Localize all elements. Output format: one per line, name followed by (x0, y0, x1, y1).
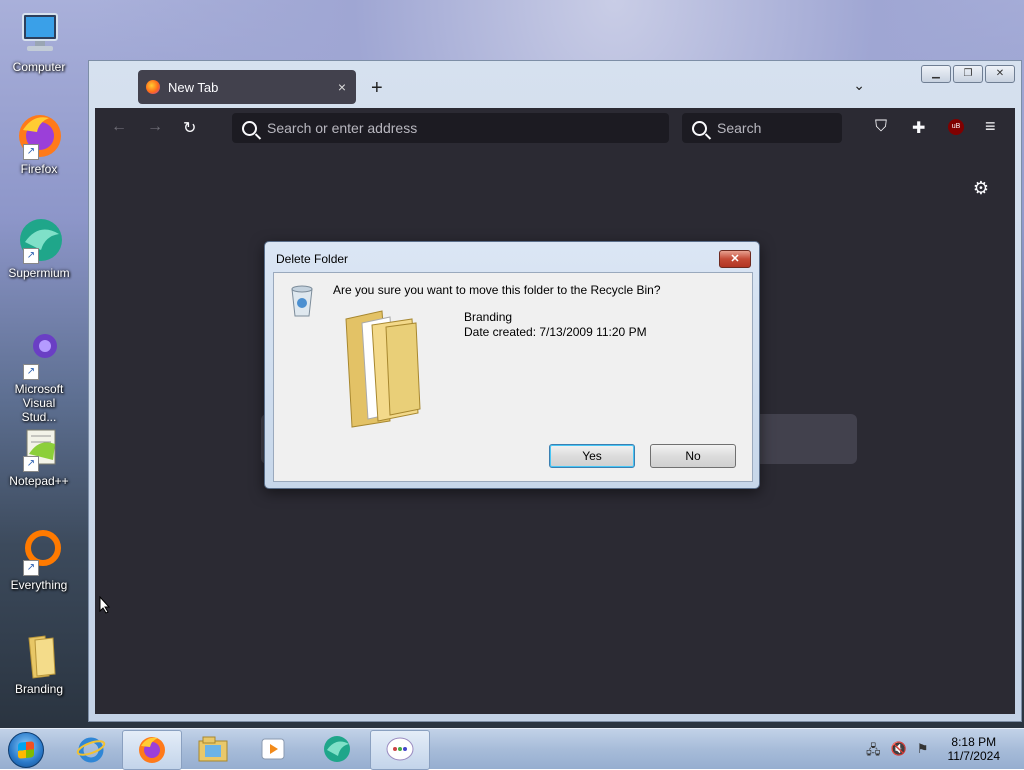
folder-info: Branding Date created: 7/13/2009 11:20 P… (464, 310, 647, 340)
mouse-cursor-icon (99, 596, 111, 614)
search-icon (692, 120, 707, 136)
everything-icon: ↗ (15, 528, 63, 576)
extensions-icon[interactable]: ✚ (912, 118, 925, 138)
desktop-icon-label: Notepad++ (9, 474, 69, 488)
dialog-body: Are you sure you want to move this folde… (273, 272, 753, 482)
settings-gear-icon[interactable]: ⚙ (973, 178, 989, 199)
tab-new-tab[interactable]: New Tab × (138, 70, 356, 104)
address-placeholder: Search or enter address (267, 120, 418, 136)
media-player-icon (261, 738, 285, 760)
internet-explorer-icon (76, 737, 106, 763)
taskbar-media-player[interactable] (244, 730, 302, 768)
desktop-icon-label: Microsoft Visual Stud... (14, 382, 64, 424)
desktop-icon-label: Supermium (8, 266, 70, 280)
taskbar-dialog-app[interactable] (370, 730, 430, 770)
folder-date-created: Date created: 7/13/2009 11:20 PM (464, 325, 647, 339)
clock-time: 8:18 PM (951, 735, 997, 749)
no-button[interactable]: No (650, 444, 736, 468)
firefox-icon (139, 737, 165, 763)
desktop-icon-computer[interactable]: Computer (4, 10, 74, 74)
supermium-icon (324, 736, 350, 762)
action-center-flag-icon[interactable]: ⚑ (917, 741, 929, 763)
network-icon[interactable]: 🖧 (866, 741, 881, 763)
window-controls: ▁ ❐ ✕ (921, 65, 1015, 83)
search-placeholder: Search (717, 120, 762, 136)
dialog-app-icon (386, 737, 414, 761)
taskbar-ie[interactable] (62, 730, 120, 768)
desktop-icon-firefox[interactable]: ↗ Firefox (4, 112, 74, 176)
back-button[interactable]: ← (111, 118, 127, 136)
new-tab-button[interactable]: + (371, 77, 383, 100)
supermium-icon: ↗ (15, 216, 63, 264)
folder-name: Branding (464, 310, 513, 324)
desktop-icon-label: Branding (14, 682, 64, 696)
delete-folder-dialog: Delete Folder ✕ Are you sure you want to… (264, 241, 760, 489)
search-icon (242, 120, 257, 136)
shortcut-arrow-icon: ↗ (23, 144, 39, 160)
reload-button[interactable]: ↻ (183, 118, 196, 138)
shortcut-arrow-icon: ↗ (23, 364, 39, 380)
desktop-icon-branding[interactable]: Branding (4, 632, 74, 696)
system-tray: 🖧 🔇 ⚑ (866, 741, 928, 763)
list-all-tabs-button[interactable]: ⌄ (853, 77, 865, 94)
desktop-icon-supermium[interactable]: ↗ Supermium (4, 216, 74, 280)
windows-logo-icon (18, 741, 34, 759)
clock[interactable]: 8:18 PM 11/7/2024 (948, 735, 1001, 763)
recycle-bin-icon (290, 283, 314, 317)
firefox-tab-icon (146, 80, 160, 94)
desktop-icon-notepadpp[interactable]: ↗ Notepad++ (4, 424, 74, 488)
nav-toolbar: ← → ↻ Search or enter address Search ⛉ ✚… (95, 108, 1015, 148)
taskbar-explorer[interactable] (184, 730, 242, 768)
yes-button[interactable]: Yes (549, 444, 635, 468)
close-window-button[interactable]: ✕ (985, 65, 1015, 83)
desktop-icon-label: Firefox (20, 162, 58, 176)
forward-button[interactable]: → (147, 118, 163, 136)
taskbar-firefox[interactable] (122, 730, 182, 770)
notepadpp-icon: ↗ (15, 424, 63, 472)
volume-muted-icon[interactable]: 🔇 (891, 741, 907, 763)
address-bar[interactable]: Search or enter address (232, 113, 669, 143)
menu-icon[interactable]: ≡ (985, 116, 996, 137)
shortcut-arrow-icon: ↗ (23, 560, 39, 576)
desktop-icon-visual-studio[interactable]: ↗ Microsoft Visual Stud... (4, 332, 74, 424)
shortcut-arrow-icon: ↗ (23, 456, 39, 472)
minimize-button[interactable]: ▁ (921, 65, 951, 83)
visual-studio-icon: ↗ (15, 332, 63, 380)
taskbar-supermium[interactable] (308, 730, 366, 768)
folder-preview-icon (342, 309, 422, 429)
taskbar: 🖧 🔇 ⚑ 8:18 PM 11/7/2024 (0, 728, 1024, 770)
dialog-title: Delete Folder (276, 252, 349, 266)
dialog-close-button[interactable]: ✕ (719, 250, 751, 268)
dialog-message: Are you sure you want to move this folde… (333, 283, 661, 297)
desktop-icon-label: Everything (10, 578, 68, 592)
tab-close-icon[interactable]: × (338, 79, 346, 95)
pocket-icon[interactable]: ⛉ (875, 118, 887, 136)
firefox-icon: ↗ (15, 112, 63, 160)
clock-date: 11/7/2024 (947, 749, 1001, 763)
shortcut-arrow-icon: ↗ (23, 248, 39, 264)
start-button[interactable] (8, 732, 44, 768)
search-bar[interactable]: Search (682, 113, 842, 143)
desktop-icon-everything[interactable]: ↗ Everything (4, 528, 74, 592)
folder-icon (15, 632, 63, 680)
computer-icon (15, 10, 63, 58)
desktop-icon-label: Computer (12, 60, 66, 74)
ublock-icon[interactable]: uB (948, 119, 964, 135)
file-explorer-icon (198, 736, 228, 762)
maximize-button[interactable]: ❐ (953, 65, 983, 83)
tab-title: New Tab (168, 79, 219, 95)
